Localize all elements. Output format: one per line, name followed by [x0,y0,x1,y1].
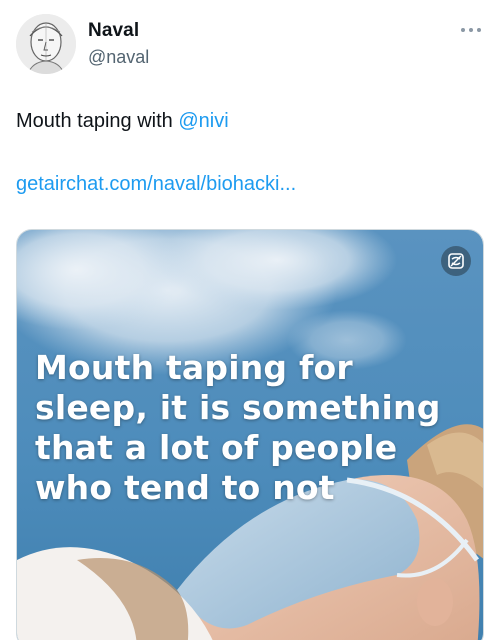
mention-link[interactable]: @nivi [178,110,228,132]
more-options-icon[interactable] [456,22,486,38]
media-video-card[interactable]: Mouth taping for sleep, it is something … [16,229,484,640]
tweet-text-body: Mouth taping with [16,110,179,132]
author-name[interactable]: Naval [88,20,139,42]
caption-line: that a lot of people [35,428,398,467]
video-caption: Mouth taping for sleep, it is something … [35,348,475,508]
tweet-text: Mouth taping with @nivi [16,110,229,133]
tweet: Naval @naval Mouth taping with @nivi get… [0,0,500,640]
caption-line: sleep, it is something [35,388,441,427]
caption-line: who tend to not [35,468,335,507]
author-handle[interactable]: @naval [88,47,149,68]
airchat-badge-icon [441,246,471,276]
avatar[interactable] [16,14,76,74]
caption-line: Mouth taping for [35,348,353,387]
tweet-url-link[interactable]: getairchat.com/naval/biohacki... [16,173,296,196]
